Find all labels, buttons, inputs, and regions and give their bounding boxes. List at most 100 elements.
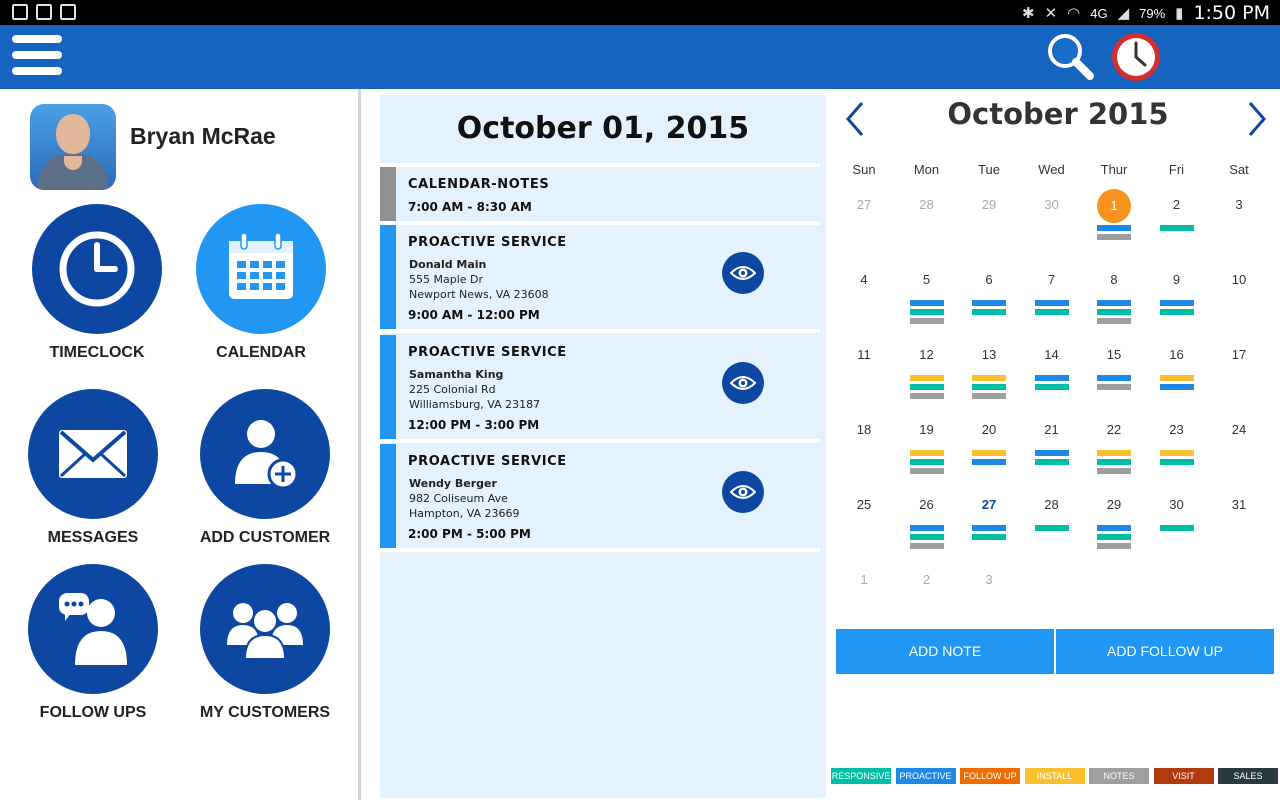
calendar-day[interactable]: 5 — [896, 264, 958, 339]
calendar-day[interactable]: 9 — [1146, 264, 1208, 339]
calendar-day[interactable]: 27 — [958, 489, 1020, 564]
calendar-day[interactable]: 2 — [896, 564, 958, 639]
event-markers — [1159, 375, 1194, 393]
event-markers — [909, 525, 944, 552]
event-marker-proactive — [972, 525, 1006, 531]
event-markers — [909, 300, 944, 327]
calendar-day[interactable]: 28 — [1021, 489, 1083, 564]
gallery-notification-icon — [36, 4, 52, 20]
event-marker-responsive — [1159, 525, 1194, 531]
calendar-day[interactable]: 3 — [1208, 189, 1270, 264]
calendar-day[interactable]: 1 — [833, 564, 895, 639]
clock-icon[interactable] — [1110, 31, 1162, 83]
event-marker-proactive — [1159, 300, 1194, 306]
add-note-button[interactable]: ADD NOTE — [836, 629, 1054, 674]
hamburger-icon[interactable] — [12, 35, 62, 79]
calendar-day[interactable]: 7 — [1021, 264, 1083, 339]
user-name: Bryan McRae — [130, 123, 276, 149]
calendar-day[interactable]: 15 — [1083, 339, 1145, 414]
status-bar: ✱ ✕ ◠ 4G ◢ 79% ▮ 1:50 PM — [0, 0, 1280, 25]
agenda-item-appointment[interactable]: PROACTIVE SERVICE Wendy Berger 982 Colis… — [380, 444, 820, 548]
day-number: 24 — [1231, 422, 1247, 437]
calendar-day[interactable]: 6 — [958, 264, 1020, 339]
calendar-day[interactable]: 30 — [1146, 489, 1208, 564]
calendar-day[interactable]: 4 — [833, 264, 895, 339]
event-markers — [1159, 450, 1194, 468]
calendar-day[interactable]: 3 — [958, 564, 1020, 639]
event-markers — [1034, 525, 1069, 534]
legend-item-proactive: PROACTIVE — [895, 768, 956, 784]
tile-timeclock[interactable]: TIMECLOCK — [12, 204, 182, 374]
calendar-day[interactable]: 14 — [1021, 339, 1083, 414]
event-marker-proactive — [972, 459, 1006, 465]
calendar-day[interactable]: 26 — [896, 489, 958, 564]
calendar-day[interactable]: 19 — [896, 414, 958, 489]
event-marker-responsive — [1034, 459, 1069, 465]
agenda-item-appointment[interactable]: PROACTIVE SERVICE Donald Main 555 Maple … — [380, 225, 820, 329]
day-number: 28 — [1044, 497, 1059, 512]
event-marker-responsive — [1159, 309, 1194, 315]
view-eye-icon[interactable] — [722, 252, 764, 294]
item-type: CALENDAR-NOTES — [408, 177, 550, 192]
calendar-day[interactable]: 21 — [1021, 414, 1083, 489]
tile-calendar[interactable]: CALENDAR — [176, 204, 346, 374]
event-markers — [1159, 525, 1194, 534]
agenda-item-notes[interactable]: CALENDAR-NOTES 7:00 AM - 8:30 AM — [380, 167, 820, 221]
calendar-day[interactable]: 28 — [896, 189, 958, 264]
calendar-day[interactable]: 30 — [1021, 189, 1083, 264]
calendar-day[interactable]: 1 — [1083, 189, 1145, 264]
status-right: ✱ ✕ ◠ 4G ◢ 79% ▮ 1:50 PM — [1022, 2, 1270, 24]
calendar-day[interactable]: 29 — [958, 189, 1020, 264]
calendar-day[interactable]: 29 — [1083, 489, 1145, 564]
event-marker-proactive — [972, 300, 1006, 306]
avatar[interactable] — [30, 104, 116, 190]
event-marker-responsive — [1097, 534, 1131, 540]
day-number: 29 — [1106, 497, 1122, 512]
weekday-label: Tue — [978, 162, 1000, 177]
tile-follow-ups[interactable]: FOLLOW UPS — [8, 564, 178, 734]
event-markers — [972, 300, 1006, 318]
signal-icon: ◢ — [1117, 5, 1130, 22]
calendar-day[interactable]: 12 — [896, 339, 958, 414]
customer-name: Samantha King — [409, 368, 504, 381]
calendar-day[interactable]: 10 — [1208, 264, 1270, 339]
event-marker-notes — [909, 468, 944, 474]
event-markers — [1034, 375, 1069, 393]
calendar-day[interactable]: 8 — [1083, 264, 1145, 339]
calendar-day[interactable]: 31 — [1208, 489, 1270, 564]
calendar-day[interactable]: 13 — [958, 339, 1020, 414]
calendar-day[interactable]: 20 — [958, 414, 1020, 489]
tile-messages[interactable]: MESSAGES — [8, 389, 178, 559]
weekday-label: Thur — [1100, 162, 1128, 177]
chevron-right-icon[interactable] — [1242, 99, 1272, 139]
day-number: 8 — [1110, 272, 1118, 287]
view-eye-icon[interactable] — [722, 471, 764, 513]
calendar-day[interactable]: 11 — [833, 339, 895, 414]
event-marker-responsive — [1034, 525, 1069, 531]
calendar-day[interactable]: 27 — [833, 189, 895, 264]
calendar-day[interactable]: 23 — [1146, 414, 1208, 489]
calendar-day[interactable]: 18 — [833, 414, 895, 489]
calendar-day[interactable]: 2 — [1146, 189, 1208, 264]
agenda-item-appointment[interactable]: PROACTIVE SERVICE Samantha King 225 Colo… — [380, 335, 820, 439]
calendar-day[interactable]: 24 — [1208, 414, 1270, 489]
tile-add-customer[interactable]: ADD CUSTOMER — [180, 389, 350, 559]
day-number: 2 — [922, 572, 931, 587]
tile-label: MY CUSTOMERS — [199, 704, 331, 721]
legend-item-visit: VISIT — [1153, 768, 1214, 784]
calendar-day[interactable]: 25 — [833, 489, 895, 564]
weekday-label: Wed — [1038, 162, 1065, 177]
event-marker-notes — [1097, 384, 1131, 390]
view-eye-icon[interactable] — [722, 362, 764, 404]
weekday-label: Sun — [852, 162, 876, 177]
calendar-day[interactable]: 16 — [1146, 339, 1208, 414]
tile-my-customers[interactable]: MY CUSTOMERS — [180, 564, 350, 734]
calendar-day[interactable]: 22 — [1083, 414, 1145, 489]
calendar-day[interactable]: 17 — [1208, 339, 1270, 414]
tile-label: FOLLOW UPS — [39, 704, 147, 721]
app-screen: ✱ ✕ ◠ 4G ◢ 79% ▮ 1:50 PM Bryan McRae TIM… — [0, 0, 1280, 800]
search-icon[interactable] — [1044, 31, 1096, 83]
event-marker-responsive — [1034, 309, 1069, 315]
add-follow-up-button[interactable]: ADD FOLLOW UP — [1056, 629, 1274, 674]
day-number: 28 — [919, 197, 934, 212]
